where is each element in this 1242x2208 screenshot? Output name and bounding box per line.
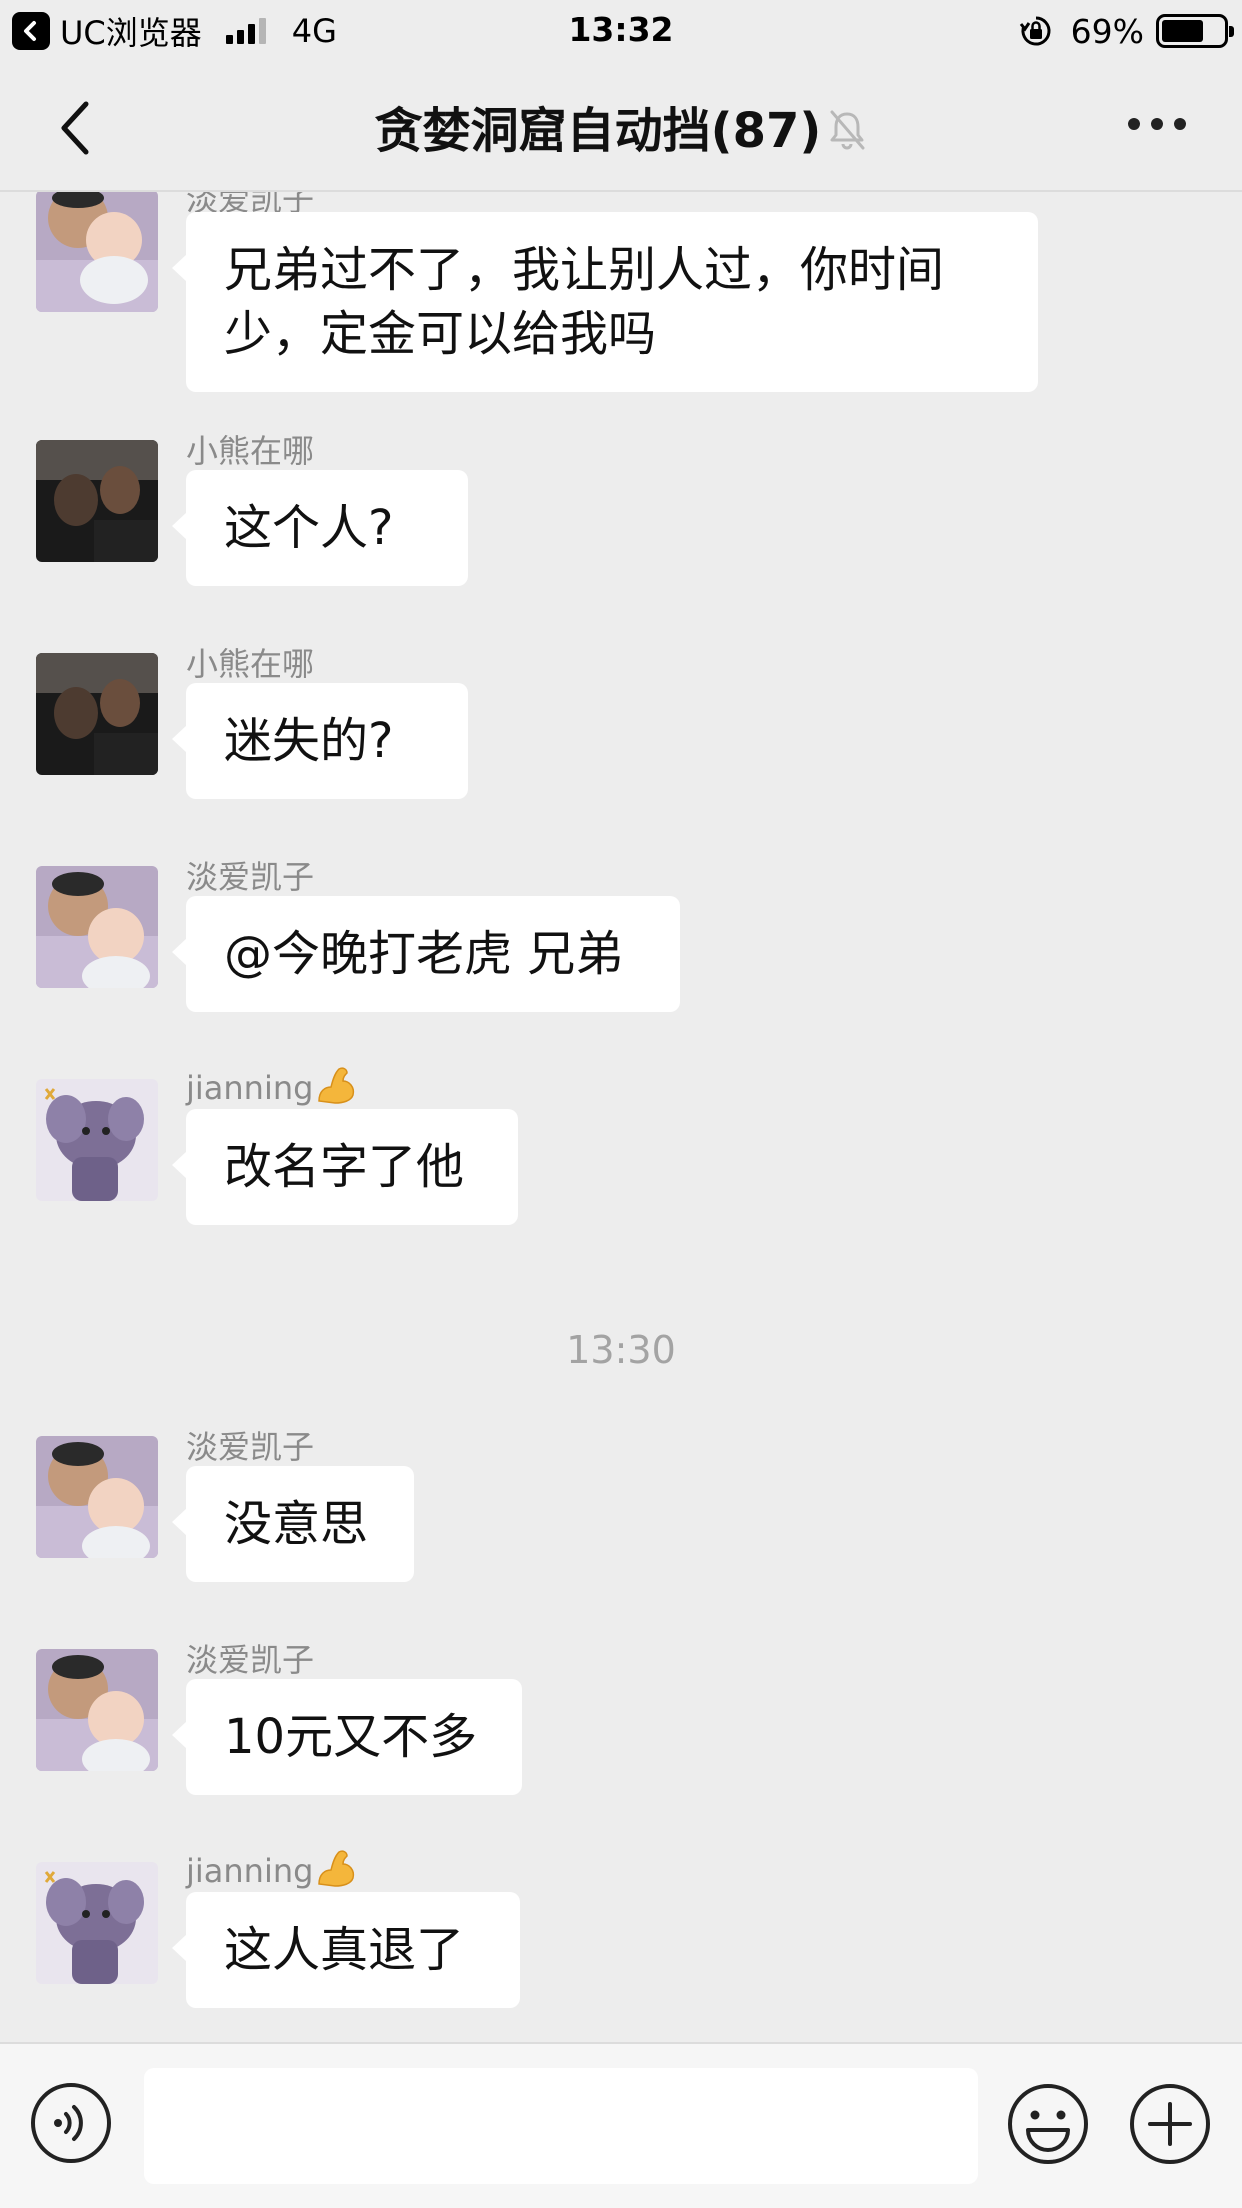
nav-title-wrap: 贪婪洞窟自动挡(87) (0, 91, 1242, 161)
avatar[interactable] (36, 1649, 158, 1771)
message-bubble[interactable]: 这人真退了 (172, 1892, 520, 2008)
avatar[interactable] (36, 1436, 158, 1558)
message-bubble[interactable]: 10元又不多 (172, 1679, 522, 1795)
bell-muted-icon (830, 110, 865, 150)
more-dots-icon[interactable] (1128, 118, 1186, 130)
message-bubble[interactable]: 改名字了他 (172, 1109, 518, 1225)
avatar[interactable] (36, 1862, 158, 1984)
sender-name: 淡爱凯子 (186, 1641, 315, 1679)
sender-name: 淡爱凯子 (186, 1428, 315, 1466)
chat-title[interactable]: 贪婪洞窟自动挡(87) (375, 91, 822, 161)
avatar[interactable] (36, 440, 158, 562)
voice-icon[interactable] (30, 2082, 112, 2164)
sender-name-text: jianning (186, 1069, 314, 1107)
avatar[interactable] (36, 653, 158, 775)
emoji-icon[interactable] (1006, 2082, 1090, 2166)
input-bar (0, 2042, 1242, 2208)
message-bubble[interactable]: 兄弟过不了，我让别人过，你时间少，定金可以给我吗 (172, 212, 1038, 392)
sender-name: jianning (186, 1065, 357, 1107)
avatar-dark-selfie-icon (36, 653, 158, 775)
flexed-biceps-icon (318, 1850, 355, 1887)
avatar[interactable] (36, 1079, 158, 1201)
rotation-lock-icon (1019, 16, 1051, 46)
message-timestamp: 13:30 (566, 1328, 676, 1372)
battery-percent: 69% (1070, 11, 1144, 51)
battery-icon (1156, 14, 1234, 48)
sender-name: 淡爱凯子 (186, 858, 315, 896)
battery-fill (1162, 20, 1204, 42)
status-bar: UC浏览器 4G 13:32 69% (0, 0, 1242, 62)
avatar-man-baby-icon (36, 866, 158, 988)
avatar[interactable] (36, 866, 158, 988)
avatar-man-baby-icon (36, 192, 158, 312)
avatar-cartoon-elephant-icon (36, 1862, 158, 1984)
flexed-biceps-icon (318, 1067, 355, 1104)
message-bubble[interactable]: 迷失的? (172, 683, 468, 799)
status-right: 69% (1019, 10, 1234, 52)
avatar[interactable] (36, 192, 158, 312)
message-bubble[interactable]: 这个人? (172, 470, 468, 586)
avatar-man-baby-icon (36, 1436, 158, 1558)
message-input[interactable] (144, 2068, 978, 2184)
avatar-cartoon-elephant-icon (36, 1079, 158, 1201)
chat-list[interactable]: 淡爱凯子 兄弟过不了，我让别人过，你时间少，定金可以给我吗 小熊在哪 这个人? … (0, 192, 1242, 2042)
message-bubble[interactable]: 没意思 (172, 1466, 414, 1582)
plus-icon[interactable] (1128, 2082, 1212, 2166)
avatar-man-baby-icon (36, 1649, 158, 1771)
avatar-dark-selfie-icon (36, 440, 158, 562)
message-bubble[interactable]: @今晚打老虎 兄弟 (172, 896, 680, 1012)
sender-name: 小熊在哪 (186, 645, 315, 683)
sender-name: 小熊在哪 (186, 432, 315, 470)
sender-name: jianning (186, 1848, 357, 1890)
sender-name-text: jianning (186, 1852, 314, 1890)
nav-bar: 贪婪洞窟自动挡(87) (0, 62, 1242, 192)
